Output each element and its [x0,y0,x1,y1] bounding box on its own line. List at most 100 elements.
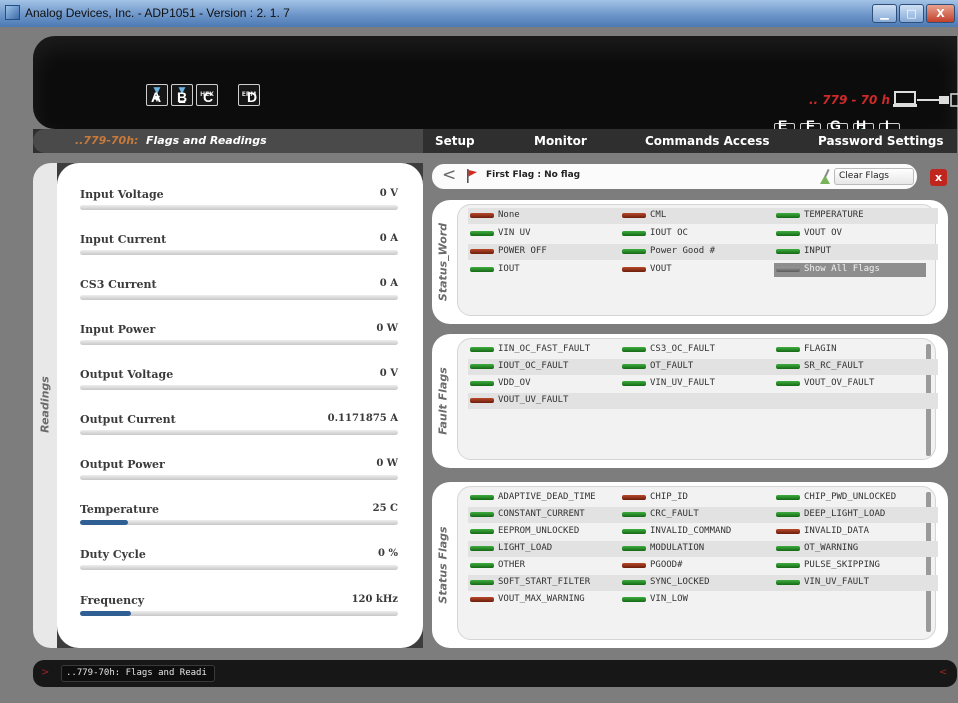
current-page-tab[interactable]: ..779-70h: Flags and Readings [33,129,423,153]
show-all-flags-toggle[interactable]: Show All Flags [774,263,926,277]
reading-label: Input Voltage [80,188,164,201]
reading-label: Output Voltage [80,368,174,381]
reading-label: Input Power [80,323,156,336]
led-icon [622,580,646,585]
flag-label: INVALID_COMMAND [650,526,732,536]
led-icon [776,231,800,236]
flag-row: IIN_OC_FAST_FAULT CS3_OC_FAULT FLAGIN [468,342,938,358]
flag-label: CS3_OC_FAULT [650,344,716,354]
flag-item: VIN_UV_FAULT [620,377,772,391]
reading-label: Input Current [80,233,167,246]
flag-item: SYNC_LOCKED [620,576,772,590]
status-message-box: ..779-70h: Flags and Readi [61,665,215,682]
reading-duty-cycle: Duty Cycle 0 % [80,548,398,588]
reading-value: 0 W [376,323,398,334]
flag-label: VIN_UV_FAULT [804,577,870,587]
reading-bar [80,611,398,616]
led-icon [470,249,494,254]
flag-row: OTHER PGOOD# PULSE_SKIPPING [468,558,938,574]
reading-bar [80,475,398,480]
flag-row: ADAPTIVE_DEAD_TIME CHIP_ID CHIP_PWD_UNLO… [468,490,938,506]
flag-label: EEPROM_UNLOCKED [498,526,580,536]
flag-item: IOUT [468,263,620,277]
flag-label: SR_RC_FAULT [804,361,864,371]
fault-flags-panel: Fault Flags IIN_OC_FAST_FAULT CS3_OC_FAU… [432,334,948,468]
flag-label: CHIP_ID [650,492,688,502]
page-title: Flags and Readings [146,134,267,147]
led-icon [776,546,800,551]
reading-value: 0.1171875 A [327,413,398,424]
led-icon [776,381,800,386]
reading-value: 0 A [379,233,398,244]
flag-item: None [468,209,620,223]
flag-label: OT_WARNING [804,543,859,553]
flag-item: PULSE_SKIPPING [774,559,926,573]
fault-flags-tab-label: Fault Flags [436,367,450,435]
reading-value: 0 V [379,188,398,199]
status-flags-tab[interactable]: Status Flags [432,482,454,648]
flag-item: IOUT_OC_FAULT [468,360,620,374]
status-bar: > ..779-70h: Flags and Readi < [33,660,957,687]
flag-item: INPUT [774,245,926,259]
close-flags-button[interactable]: x [930,169,947,186]
status-left-arrow[interactable]: > [41,667,49,678]
flag-label: PGOOD# [650,560,683,570]
flag-label: INVALID_DATA [804,526,870,536]
clear-flags-button[interactable]: Clear Flags [820,168,914,185]
flag-item: VIN_LOW [620,593,772,607]
flag-item: VIN_UV_FAULT [774,576,926,590]
status-message: ..779-70h: Flags and Readi [66,668,207,678]
flag-label: CML [650,210,667,220]
minimize-button[interactable]: ▁ [872,4,897,23]
reading-bar [80,250,398,255]
readings-section: Readings Input Voltage 0 V Input Current… [33,163,423,648]
tab-monitor[interactable]: Monitor [534,129,587,153]
flag-label: CONSTANT_CURRENT [498,509,585,519]
reading-bar [80,385,398,390]
led-icon [470,231,494,236]
flag-label: VOUT [650,264,672,274]
led-icon [776,512,800,517]
app-icon [5,5,20,20]
led-icon [470,512,494,517]
fault-flags-tab[interactable]: Fault Flags [432,334,454,468]
flag-label: VOUT_UV_FAULT [498,395,569,405]
flag-item: EEPROM_UNLOCKED [468,525,620,539]
flag-item: CHIP_ID [620,491,772,505]
callout-label-c: C [203,89,214,105]
led-icon [470,347,494,352]
flag-item: VOUT_UV_FAULT [468,394,620,408]
readings-panel: Input Voltage 0 V Input Current 0 A CS3 … [57,163,423,648]
flag-label: POWER OFF [498,246,547,256]
window-title-bar[interactable]: Analog Devices, Inc. - ADP1051 - Version… [0,0,958,27]
flag-item: VOUT OV [774,227,926,241]
status-word-panel: Status_Word None CML TEMPERATURE VIN UV … [432,200,948,324]
reading-input-voltage: Input Voltage 0 V [80,188,398,228]
readings-side-tab[interactable]: Readings [33,163,57,648]
flag-item: OT_WARNING [774,542,926,556]
close-window-button[interactable]: X [926,4,955,23]
flag-label: VIN_LOW [650,594,688,604]
status-word-tab[interactable]: Status_Word [432,200,454,324]
tab-setup[interactable]: Setup [435,129,475,153]
led-icon [470,546,494,551]
led-icon [776,364,800,369]
usb-connection-icon [893,91,958,107]
status-flags-tab-label: Status Flags [436,526,450,604]
tab-password-settings[interactable]: Password Settings [818,129,944,153]
callout-label-a: A [151,89,162,105]
tab-commands-access[interactable]: Commands Access [645,129,770,153]
flag-label: INPUT [804,246,832,256]
reading-value: 25 C [372,503,398,514]
led-icon [470,529,494,534]
back-button[interactable]: < [442,165,456,185]
status-right-arrow[interactable]: < [939,667,947,678]
reading-label: Output Current [80,413,176,426]
reading-bar [80,565,398,570]
reading-label: Temperature [80,503,160,516]
led-icon [622,249,646,254]
flag-label: CRC_FAULT [650,509,699,519]
flag-label: Show All Flags [804,264,880,274]
flag-label: MODULATION [650,543,705,553]
maximize-button[interactable]: □ [899,4,924,23]
